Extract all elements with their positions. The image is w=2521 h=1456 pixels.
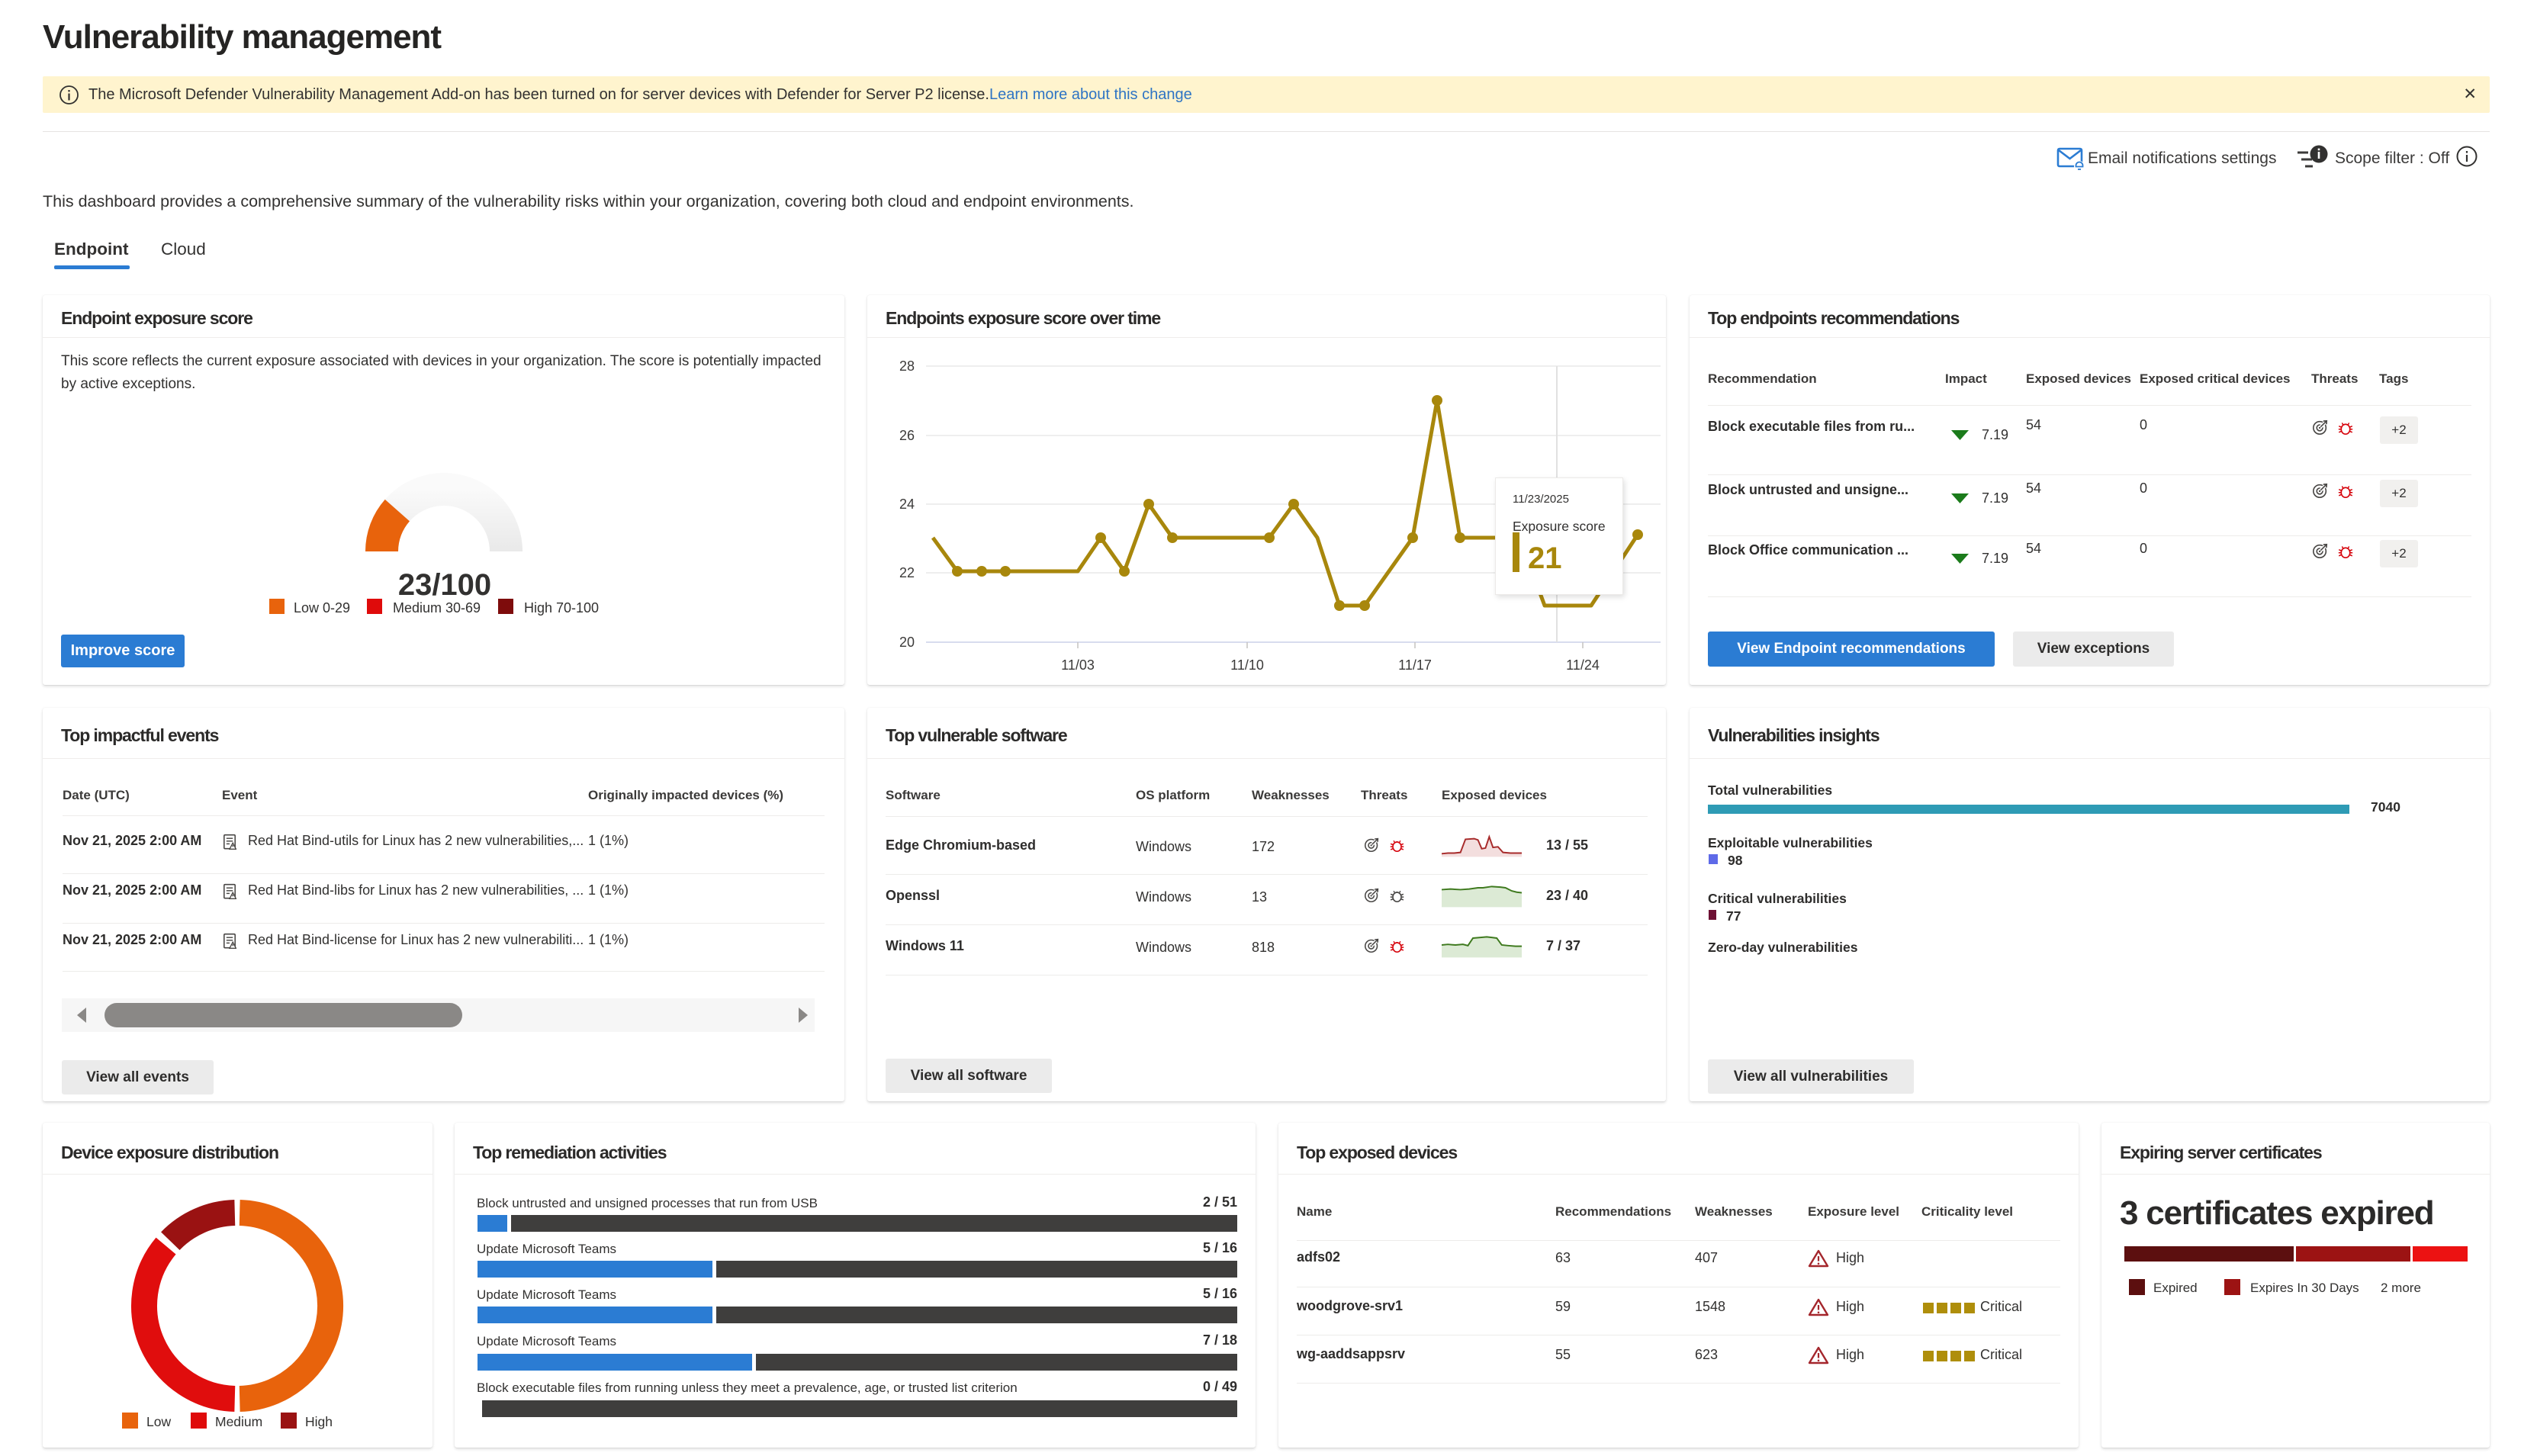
svg-text:28: 28 — [899, 358, 915, 374]
svg-text:11/10: 11/10 — [1230, 657, 1264, 673]
svg-text:24: 24 — [899, 497, 915, 512]
svg-text:22: 22 — [899, 565, 915, 580]
svg-text:20: 20 — [899, 635, 915, 650]
svg-text:26: 26 — [899, 428, 915, 443]
svg-text:11/17: 11/17 — [1398, 657, 1432, 673]
svg-text:11/03: 11/03 — [1061, 657, 1095, 673]
svg-text:11/24: 11/24 — [1566, 657, 1600, 673]
